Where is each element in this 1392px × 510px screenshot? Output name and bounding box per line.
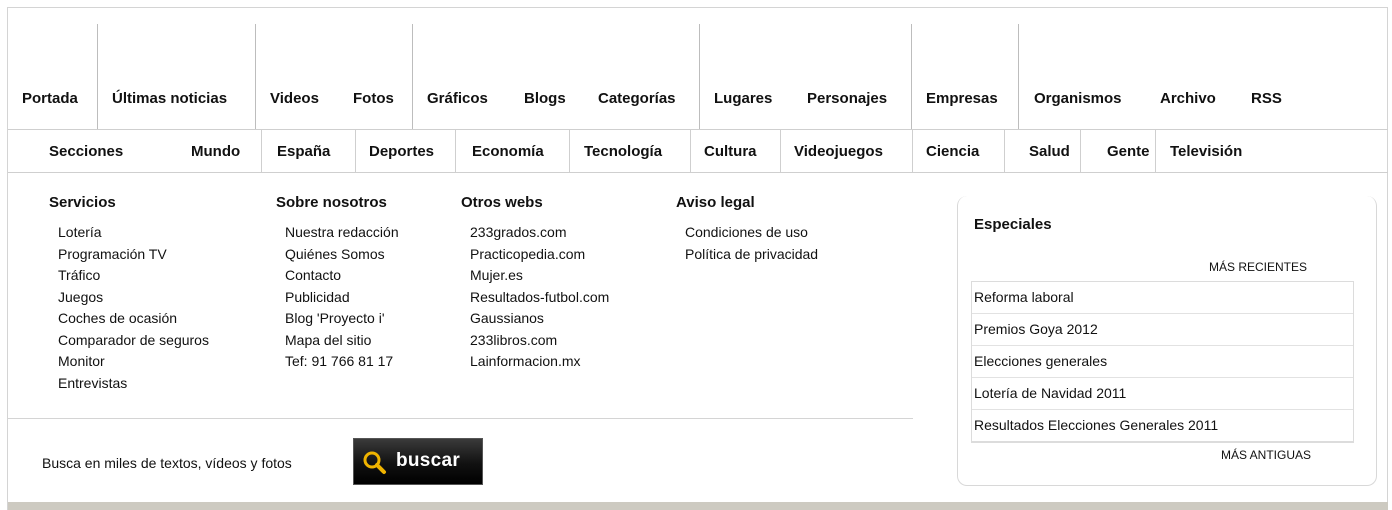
top-nav: Portada Últimas noticias Videos Fotos Gr…	[8, 8, 1388, 130]
nav-portada[interactable]: Portada	[22, 90, 78, 107]
section-deportes[interactable]: Deportes	[369, 143, 434, 160]
footer-link[interactable]: Lainformacion.mx	[470, 351, 609, 373]
mas-antiguas-link[interactable]: MÁS ANTIGUAS	[1221, 448, 1311, 462]
mas-recientes-link[interactable]: MÁS RECIENTES	[1209, 260, 1307, 274]
column-heading: Sobre nosotros	[276, 194, 387, 211]
column-servicios: Servicios Lotería Programación TV Tráfic…	[49, 194, 209, 394]
footer-link[interactable]: Tráfico	[58, 265, 209, 287]
phone-number: Tef: 91 766 81 17	[285, 353, 394, 369]
footer-link[interactable]: 233libros.com	[470, 330, 609, 352]
section-divider	[1155, 130, 1156, 172]
search-prompt: Busca en miles de textos, vídeos y fotos	[42, 455, 292, 471]
especiales-list: Reforma laboral Premios Goya 2012 Elecci…	[971, 281, 1354, 443]
sections-bar: Secciones Mundo España Deportes Economía…	[8, 130, 1388, 173]
section-divider	[912, 130, 913, 172]
search-button-label: buscar	[396, 450, 461, 471]
column-heading: Servicios	[49, 194, 116, 211]
section-videojuegos[interactable]: Videojuegos	[794, 143, 883, 160]
footer-link[interactable]: Entrevistas	[58, 373, 209, 395]
section-divider	[355, 130, 356, 172]
section-divider	[569, 130, 570, 172]
column-aviso-legal: Aviso legal Condiciones de uso Política …	[676, 194, 818, 265]
especial-item[interactable]: Premios Goya 2012	[972, 314, 1353, 346]
nav-divider	[699, 24, 700, 129]
section-espana[interactable]: España	[277, 143, 330, 160]
especial-item[interactable]: Reforma laboral	[972, 282, 1353, 314]
section-economia[interactable]: Economía	[472, 143, 544, 160]
search-button[interactable]: buscar	[353, 438, 483, 485]
footer-link[interactable]: Blog 'Proyecto i'	[285, 308, 399, 330]
footer-link[interactable]: Programación TV	[58, 244, 209, 266]
nav-videos[interactable]: Videos	[270, 90, 319, 107]
section-divider	[455, 130, 456, 172]
nav-ultimas-noticias[interactable]: Últimas noticias	[112, 90, 227, 107]
nav-rss[interactable]: RSS	[1251, 90, 1282, 107]
nav-divider	[255, 24, 256, 129]
footer-link[interactable]: Comparador de seguros	[58, 330, 209, 352]
section-mundo[interactable]: Mundo	[191, 143, 240, 160]
footer-link[interactable]: Gaussianos	[470, 308, 609, 330]
section-divider	[1004, 130, 1005, 172]
nav-empresas[interactable]: Empresas	[926, 90, 998, 107]
nav-fotos[interactable]: Fotos	[353, 90, 394, 107]
footer-link[interactable]: Quiénes Somos	[285, 244, 399, 266]
section-gente[interactable]: Gente	[1107, 143, 1150, 160]
nav-divider	[911, 24, 912, 129]
footer-link[interactable]: Condiciones de uso	[685, 222, 818, 244]
footer-link[interactable]: Contacto	[285, 265, 399, 287]
section-salud[interactable]: Salud	[1029, 143, 1070, 160]
section-divider	[1080, 130, 1081, 172]
section-ciencia[interactable]: Ciencia	[926, 143, 979, 160]
column-otros-webs: Otros webs 233grados.com Practicopedia.c…	[461, 194, 609, 373]
footer-link[interactable]: Juegos	[58, 287, 209, 309]
nav-lugares[interactable]: Lugares	[714, 90, 772, 107]
footer-link[interactable]: Coches de ocasión	[58, 308, 209, 330]
section-television[interactable]: Televisión	[1170, 143, 1242, 160]
section-cultura[interactable]: Cultura	[704, 143, 757, 160]
nav-categorias[interactable]: Categorías	[598, 90, 676, 107]
section-divider	[261, 130, 262, 172]
footer-link[interactable]: Mapa del sitio	[285, 330, 399, 352]
footer-link[interactable]: 233grados.com	[470, 222, 609, 244]
nav-archivo[interactable]: Archivo	[1160, 90, 1216, 107]
especial-item[interactable]: Elecciones generales	[972, 346, 1353, 378]
column-heading: Aviso legal	[676, 194, 755, 211]
footer-link[interactable]: Política de privacidad	[685, 244, 818, 266]
nav-organismos[interactable]: Organismos	[1034, 90, 1122, 107]
footer-link[interactable]: Mujer.es	[470, 265, 609, 287]
bottom-bar	[8, 502, 1388, 510]
nav-personajes[interactable]: Personajes	[807, 90, 887, 107]
column-heading: Otros webs	[461, 194, 543, 211]
footer-link[interactable]: Resultados-futbol.com	[470, 287, 609, 309]
especial-item[interactable]: Lotería de Navidad 2011	[972, 378, 1353, 410]
footer-link[interactable]: Practicopedia.com	[470, 244, 609, 266]
nav-divider	[1018, 24, 1019, 129]
nav-divider	[412, 24, 413, 129]
section-tecnologia[interactable]: Tecnología	[584, 143, 662, 160]
footer-divider	[8, 418, 913, 419]
footer-link[interactable]: Lotería	[58, 222, 209, 244]
section-secciones[interactable]: Secciones	[49, 143, 123, 160]
nav-blogs[interactable]: Blogs	[524, 90, 566, 107]
footer-link[interactable]: Publicidad	[285, 287, 399, 309]
nav-graficos[interactable]: Gráficos	[427, 90, 488, 107]
footer-link[interactable]: Nuestra redacción	[285, 222, 399, 244]
section-divider	[780, 130, 781, 172]
search-icon	[363, 451, 389, 480]
nav-divider	[97, 24, 98, 129]
footer-link[interactable]: Monitor	[58, 351, 209, 373]
especiales-title: Especiales	[974, 216, 1052, 233]
column-sobre-nosotros: Sobre nosotros Nuestra redacción Quiénes…	[276, 194, 399, 373]
especial-item[interactable]: Resultados Elecciones Generales 2011	[972, 410, 1353, 442]
section-divider	[690, 130, 691, 172]
